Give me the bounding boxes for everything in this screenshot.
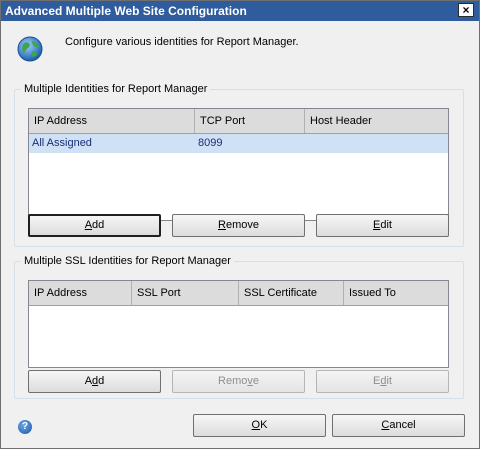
header-description: Configure various identities for Report … xyxy=(65,36,299,48)
close-icon: × xyxy=(462,3,470,17)
help-glyph: ? xyxy=(21,421,29,432)
cancel-label-post: ancel xyxy=(389,419,416,431)
identities-group: Multiple Identities for Report Manager I… xyxy=(14,83,464,247)
cell-ip-address: All Assigned xyxy=(32,137,92,149)
column-tcp-port[interactable]: TCP Port xyxy=(195,109,305,133)
column-ssl-certificate[interactable]: SSL Certificate xyxy=(239,281,344,305)
cancel-button[interactable]: Cancel xyxy=(332,414,465,437)
remove-label-key: R xyxy=(218,219,226,231)
ssl-identities-group-legend: Multiple SSL Identities for Report Manag… xyxy=(21,255,234,267)
window-title: Advanced Multiple Web Site Configuration xyxy=(5,4,247,18)
column-host-header[interactable]: Host Header xyxy=(305,109,448,133)
column-ssl-port[interactable]: SSL Port xyxy=(132,281,239,305)
ok-label-key: O xyxy=(251,419,261,431)
ssl-add-label-post: d xyxy=(98,375,105,387)
title-bar[interactable]: Advanced Multiple Web Site Configuration… xyxy=(1,1,479,21)
edit-label-post: dit xyxy=(380,219,392,231)
ok-label-post: K xyxy=(260,419,268,431)
ok-button[interactable]: OK xyxy=(193,414,326,437)
cell-host-header xyxy=(305,134,448,153)
ssl-remove-label-pre: Remo xyxy=(218,375,248,387)
ssl-identities-list-header: IP Address SSL Port SSL Certificate Issu… xyxy=(29,281,448,306)
remove-label-post: emove xyxy=(225,219,259,231)
column-issued-to[interactable]: Issued To xyxy=(344,281,448,305)
remove-ssl-identity-button[interactable]: Remove xyxy=(172,370,305,393)
add-label-key: A xyxy=(84,219,93,231)
help-icon[interactable]: ? xyxy=(18,420,32,434)
identities-list[interactable]: IP Address TCP Port Host Header All Assi… xyxy=(28,108,449,221)
close-button[interactable]: × xyxy=(458,3,474,17)
globe-icon xyxy=(17,36,43,62)
add-label-post: dd xyxy=(92,219,105,231)
dialog-window: Advanced Multiple Web Site Configuration… xyxy=(0,0,480,449)
ssl-remove-label-post: e xyxy=(252,375,259,387)
column-ip-address[interactable]: IP Address xyxy=(29,109,195,133)
ssl-identities-group: Multiple SSL Identities for Report Manag… xyxy=(14,255,464,399)
edit-ssl-identity-button[interactable]: Edit xyxy=(316,370,449,393)
edit-identity-button[interactable]: Edit xyxy=(316,214,449,237)
column-ip-address[interactable]: IP Address xyxy=(29,281,132,305)
ssl-edit-label-post: it xyxy=(386,375,392,387)
remove-identity-button[interactable]: Remove xyxy=(172,214,305,237)
add-ssl-identity-button[interactable]: Add xyxy=(28,370,161,393)
ssl-add-label-pre: A xyxy=(84,375,93,387)
identities-list-header: IP Address TCP Port Host Header xyxy=(29,109,448,134)
add-identity-button[interactable]: Add xyxy=(28,214,161,237)
ssl-identities-list[interactable]: IP Address SSL Port SSL Certificate Issu… xyxy=(28,280,449,368)
cell-tcp-port: 8099 xyxy=(198,137,223,149)
list-item[interactable]: All Assigned 8099 xyxy=(29,134,448,153)
identities-group-legend: Multiple Identities for Report Manager xyxy=(21,83,211,95)
